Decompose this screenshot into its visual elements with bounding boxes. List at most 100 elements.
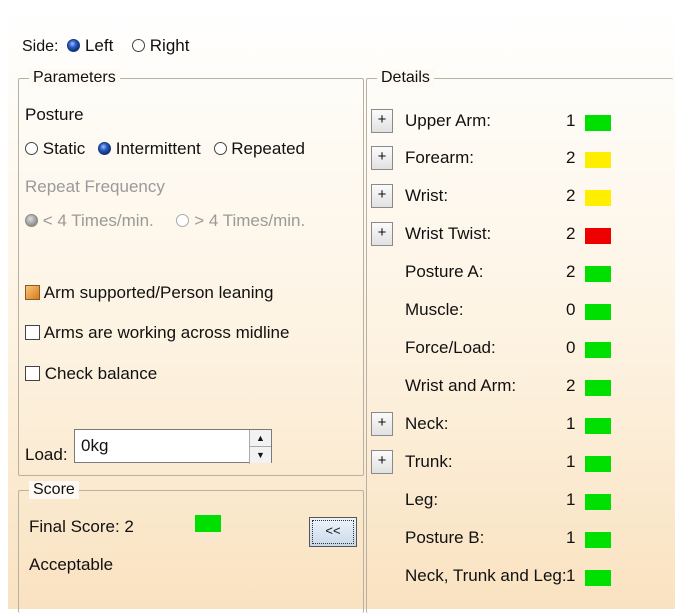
- details-title: Details: [377, 69, 434, 87]
- detail-status-swatch: [585, 228, 611, 244]
- posture-static-radio[interactable]: [25, 142, 38, 155]
- detail-label: Neck:: [405, 414, 449, 433]
- repeat-more-option[interactable]: > 4 Times/min.: [176, 211, 305, 230]
- detail-label: Upper Arm:: [405, 111, 491, 130]
- side-left-radio[interactable]: [67, 39, 81, 52]
- check-balance-label: Check balance: [44, 364, 158, 383]
- detail-label: Leg:: [405, 490, 439, 509]
- detail-label: Trunk:: [405, 452, 453, 471]
- repeat-more-label: > 4 Times/min.: [194, 211, 306, 230]
- posture-repeated-option[interactable]: Repeated: [213, 139, 305, 158]
- side-right-label: Right: [149, 36, 190, 55]
- expand-upper-arm-button[interactable]: +: [371, 109, 393, 133]
- score-group: Score Final Score: 2 << Acceptable: [18, 481, 364, 613]
- rula-panel: Side: Left Right Parameters Posture Stat…: [8, 8, 675, 613]
- check-balance-checkbox-row[interactable]: Check balance: [25, 364, 157, 384]
- posture-intermittent-option[interactable]: Intermittent: [98, 139, 206, 158]
- posture-repeated-radio[interactable]: [213, 142, 227, 155]
- parameters-title: Parameters: [29, 69, 120, 87]
- score-title: Score: [29, 481, 79, 499]
- spin-down-icon[interactable]: ▼: [250, 447, 271, 463]
- detail-row-wrist-twist: + Wrist Twist: 2: [371, 221, 641, 247]
- detail-status-swatch: [585, 570, 611, 586]
- detail-status-swatch: [585, 494, 611, 510]
- detail-value: 1: [566, 452, 576, 471]
- check-balance-checkbox[interactable]: [25, 366, 40, 381]
- spin-up-icon[interactable]: ▲: [250, 430, 271, 447]
- detail-row-posture-a: Posture A: 2: [371, 259, 641, 285]
- detail-status-swatch: [585, 152, 611, 168]
- detail-label: Forearm:: [405, 148, 474, 167]
- detail-row-leg: Leg: 1: [371, 487, 641, 513]
- load-spinner[interactable]: ▲ ▼: [249, 430, 271, 464]
- expand-wrist-button[interactable]: +: [371, 184, 393, 208]
- detail-status-swatch: [585, 456, 611, 472]
- detail-value: 2: [566, 262, 576, 281]
- arm-supported-checkbox[interactable]: [25, 285, 40, 300]
- detail-status-swatch: [585, 190, 611, 206]
- arm-supported-label: Arm supported/Person leaning: [43, 283, 274, 302]
- detail-status-swatch: [585, 266, 611, 282]
- detail-label: Force/Load:: [405, 338, 496, 357]
- repeat-less-radio[interactable]: [25, 214, 38, 227]
- load-label: Load:: [25, 445, 68, 464]
- posture-repeated-label: Repeated: [231, 139, 305, 158]
- side-left-option[interactable]: Left: [67, 36, 118, 55]
- detail-status-swatch: [585, 115, 611, 131]
- final-score-swatch: [195, 515, 221, 532]
- detail-row-neck-trunk-leg: Neck, Trunk and Leg: 1: [371, 563, 641, 589]
- detail-value: 1: [566, 528, 576, 547]
- detail-label: Muscle:: [405, 300, 464, 319]
- side-label: Side:: [22, 38, 59, 55]
- load-field[interactable]: 0kg ▲ ▼: [74, 429, 272, 464]
- detail-value: 1: [566, 111, 576, 130]
- detail-label: Wrist and Arm:: [405, 376, 517, 395]
- across-midline-label: Arms are working across midline: [43, 323, 290, 342]
- detail-status-swatch: [585, 532, 611, 548]
- detail-row-neck: + Neck: 1: [371, 411, 641, 437]
- side-left-label: Left: [84, 36, 114, 55]
- detail-row-wrist-and-arm: Wrist and Arm: 2: [371, 373, 641, 399]
- detail-value: 0: [566, 338, 576, 357]
- detail-value: 2: [566, 148, 576, 167]
- detail-row-force-load: Force/Load: 0: [371, 335, 641, 361]
- detail-label: Wrist:: [405, 186, 449, 205]
- across-midline-checkbox-row[interactable]: Arms are working across midline: [25, 323, 289, 343]
- detail-value: 1: [566, 414, 576, 433]
- score-status: Acceptable: [29, 555, 114, 574]
- expand-trunk-button[interactable]: +: [371, 450, 393, 474]
- detail-value: 1: [566, 566, 576, 585]
- detail-row-wrist: + Wrist: 2: [371, 183, 641, 209]
- final-score-label: Final Score: 2: [29, 517, 134, 536]
- detail-row-posture-b: Posture B: 1: [371, 525, 641, 551]
- posture-intermittent-label: Intermittent: [115, 139, 201, 158]
- detail-status-swatch: [585, 380, 611, 396]
- repeat-less-option[interactable]: < 4 Times/min.: [25, 211, 158, 230]
- repeat-frequency-label: Repeat Frequency: [25, 177, 165, 196]
- collapse-details-button[interactable]: <<: [309, 517, 357, 547]
- expand-neck-button[interactable]: +: [371, 412, 393, 436]
- side-right-radio[interactable]: [132, 39, 146, 52]
- repeat-more-radio[interactable]: [176, 214, 190, 227]
- load-value[interactable]: 0kg: [81, 436, 108, 456]
- posture-static-label: Static: [42, 139, 86, 158]
- posture-options: Static Intermittent Repeated: [25, 139, 305, 159]
- posture-intermittent-radio[interactable]: [98, 142, 111, 155]
- detail-row-forearm: + Forearm: 2: [371, 145, 641, 171]
- posture-static-option[interactable]: Static: [25, 139, 90, 158]
- expand-forearm-button[interactable]: +: [371, 146, 393, 170]
- detail-status-swatch: [585, 418, 611, 434]
- arm-supported-checkbox-row[interactable]: Arm supported/Person leaning: [25, 283, 273, 303]
- detail-status-swatch: [585, 342, 611, 358]
- across-midline-checkbox[interactable]: [25, 325, 40, 340]
- side-right-option[interactable]: Right: [132, 36, 189, 55]
- detail-label: Neck, Trunk and Leg:: [405, 566, 567, 585]
- expand-wrist-twist-button[interactable]: +: [371, 222, 393, 246]
- detail-row-upper-arm: + Upper Arm: 1: [371, 108, 641, 134]
- repeat-frequency-options: < 4 Times/min. > 4 Times/min.: [25, 211, 305, 231]
- detail-status-swatch: [585, 304, 611, 320]
- detail-value: 2: [566, 186, 576, 205]
- detail-label: Posture A:: [405, 262, 484, 281]
- detail-label: Posture B:: [405, 528, 485, 547]
- side-selector: Side: Left Right: [22, 36, 189, 56]
